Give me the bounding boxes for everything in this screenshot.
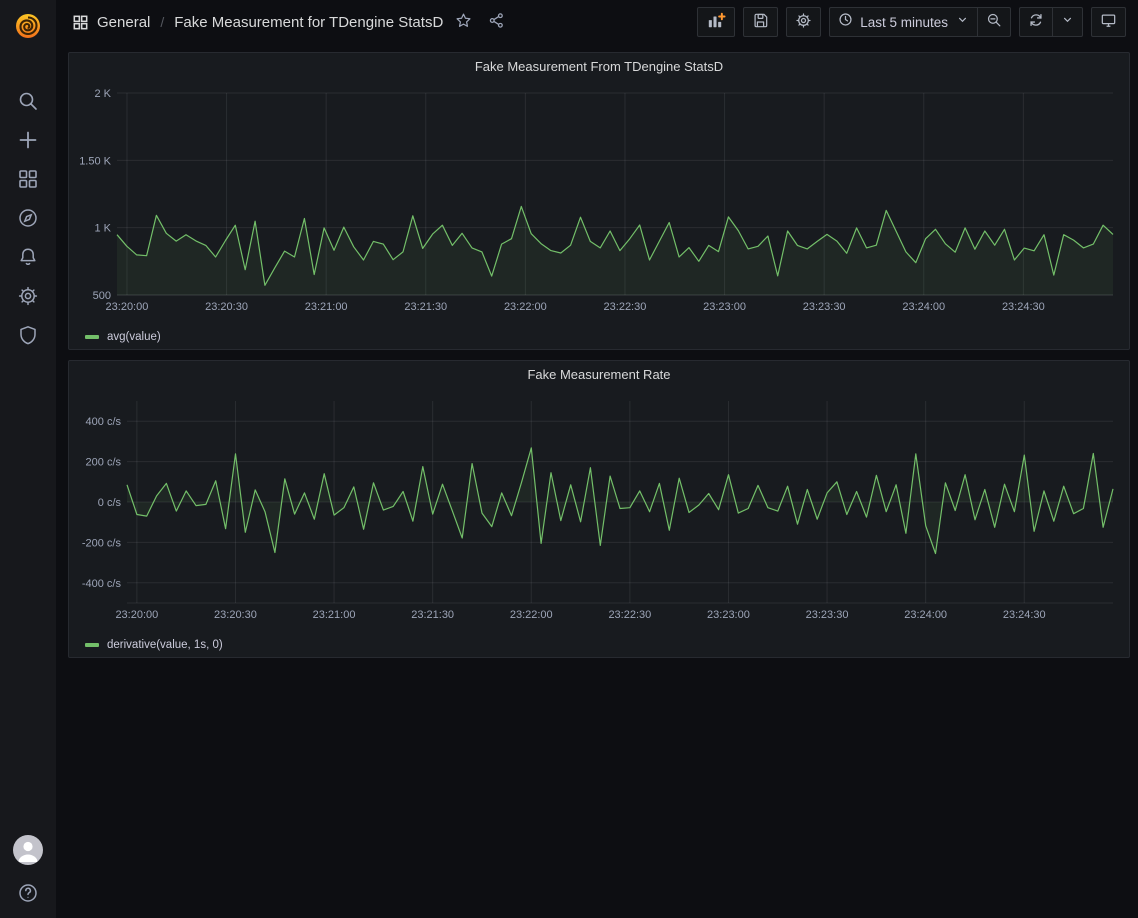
svg-text:23:24:00: 23:24:00: [902, 301, 945, 313]
sidebar-item-alerting[interactable]: [8, 246, 48, 268]
svg-text:200 c/s: 200 c/s: [86, 457, 122, 469]
svg-text:23:23:00: 23:23:00: [703, 301, 746, 313]
bell-icon: [17, 246, 39, 268]
svg-text:23:21:00: 23:21:00: [305, 301, 348, 313]
sidebar-menu: [8, 90, 48, 346]
refresh-icon: [1028, 12, 1044, 33]
shield-icon: [17, 324, 39, 346]
search-minus-icon: [986, 12, 1002, 33]
svg-text:23:20:00: 23:20:00: [115, 609, 158, 621]
chevron-down-icon: [956, 13, 969, 31]
dashboard-toolbar: Last 5 minutes: [697, 7, 1126, 37]
gear-icon: [795, 12, 812, 32]
sidebar-item-server-admin[interactable]: [8, 324, 48, 346]
svg-text:23:24:00: 23:24:00: [904, 609, 947, 621]
svg-text:2 K: 2 K: [94, 88, 111, 100]
time-picker-group: Last 5 minutes: [829, 7, 1011, 37]
main-area: General / Fake Measurement for TDengine …: [56, 0, 1138, 918]
gear-icon: [17, 285, 39, 307]
panel-title: Fake Measurement From TDengine StatsD: [475, 59, 723, 74]
series-color-swatch: [85, 335, 99, 339]
breadcrumb-separator: /: [158, 14, 166, 30]
monitor-icon: [1100, 12, 1117, 32]
kiosk-mode-button[interactable]: [1091, 7, 1126, 37]
compass-icon: [17, 207, 39, 229]
clock-icon: [838, 12, 853, 32]
sidebar-item-create[interactable]: [8, 129, 48, 151]
sidebar-item-search[interactable]: [8, 90, 48, 112]
svg-text:0 c/s: 0 c/s: [98, 497, 122, 509]
time-range-picker[interactable]: Last 5 minutes: [830, 8, 977, 36]
refresh-group: [1019, 7, 1083, 37]
svg-text:23:21:00: 23:21:00: [313, 609, 356, 621]
add-panel-icon: [706, 12, 726, 33]
breadcrumb-folder[interactable]: General: [97, 14, 150, 31]
panel-header[interactable]: Fake Measurement From TDengine StatsD: [69, 53, 1129, 79]
sidebar-item-help[interactable]: [8, 882, 48, 904]
svg-text:23:21:30: 23:21:30: [411, 609, 454, 621]
sidebar-item-explore[interactable]: [8, 207, 48, 229]
panel-fake-measurement: Fake Measurement From TDengine StatsD 23…: [68, 52, 1130, 350]
save-dashboard-button[interactable]: [743, 7, 778, 37]
sidebar: [0, 0, 56, 918]
svg-text:23:22:30: 23:22:30: [608, 609, 651, 621]
svg-text:23:24:30: 23:24:30: [1003, 609, 1046, 621]
legend-item[interactable]: derivative(value, 1s, 0): [69, 633, 1129, 657]
sidebar-item-dashboards[interactable]: [8, 168, 48, 190]
svg-text:500: 500: [93, 290, 111, 302]
plus-icon: [17, 129, 39, 151]
series-label: derivative(value, 1s, 0): [107, 639, 223, 651]
svg-text:23:22:30: 23:22:30: [604, 301, 647, 313]
legend-item[interactable]: avg(value): [69, 325, 1129, 349]
share-dashboard-button[interactable]: [484, 8, 509, 36]
timeseries-chart[interactable]: 23:20:00 23:20:30 23:21:00 23:21:30 23:22:00…: [69, 387, 1129, 633]
svg-text:23:20:00: 23:20:00: [106, 301, 149, 313]
star-icon: [455, 12, 472, 32]
user-avatar[interactable]: [13, 835, 43, 865]
svg-text:23:22:00: 23:22:00: [510, 609, 553, 621]
svg-text:-200 c/s: -200 c/s: [82, 537, 122, 549]
apps-grid-icon: [17, 168, 39, 190]
refresh-button[interactable]: [1020, 8, 1052, 36]
sidebar-item-configuration[interactable]: [8, 285, 48, 307]
timeseries-chart[interactable]: 23:20:00 23:20:30 23:21:00 23:21:30 23:22:00…: [69, 79, 1129, 325]
top-navbar: General / Fake Measurement for TDengine …: [56, 0, 1138, 44]
svg-text:23:20:30: 23:20:30: [205, 301, 248, 313]
dashboard-title[interactable]: Fake Measurement for TDengine StatsD: [174, 14, 443, 31]
series-label: avg(value): [107, 331, 161, 343]
add-panel-button[interactable]: [697, 7, 735, 37]
svg-text:-400 c/s: -400 c/s: [82, 578, 122, 590]
svg-text:1 K: 1 K: [94, 223, 111, 235]
svg-text:23:22:00: 23:22:00: [504, 301, 547, 313]
dashboard-canvas: Fake Measurement From TDengine StatsD 23…: [56, 44, 1138, 918]
svg-text:23:23:00: 23:23:00: [707, 609, 750, 621]
svg-text:23:23:30: 23:23:30: [803, 301, 846, 313]
refresh-interval-dropdown[interactable]: [1052, 8, 1082, 36]
star-dashboard-button[interactable]: [451, 8, 476, 36]
svg-text:23:21:30: 23:21:30: [404, 301, 447, 313]
save-icon: [752, 12, 769, 32]
dashboards-grid-icon: [72, 14, 89, 31]
dashboard-settings-button[interactable]: [786, 7, 821, 37]
share-icon: [488, 12, 505, 32]
svg-text:23:20:30: 23:20:30: [214, 609, 257, 621]
svg-text:1.50 K: 1.50 K: [79, 155, 111, 167]
svg-text:23:23:30: 23:23:30: [806, 609, 849, 621]
panel-header[interactable]: Fake Measurement Rate: [69, 361, 1129, 387]
help-circle-icon: [17, 882, 39, 904]
chevron-down-icon: [1061, 13, 1074, 31]
panel-title: Fake Measurement Rate: [527, 367, 670, 382]
time-range-label: Last 5 minutes: [860, 15, 948, 30]
grafana-logo[interactable]: [8, 6, 48, 46]
search-icon: [17, 90, 39, 112]
sidebar-bottom: [8, 835, 48, 904]
svg-text:23:24:30: 23:24:30: [1002, 301, 1045, 313]
svg-text:400 c/s: 400 c/s: [86, 416, 122, 428]
panel-fake-measurement-rate: Fake Measurement Rate 23:20:0023:20:3023…: [68, 360, 1130, 658]
series-color-swatch: [85, 643, 99, 647]
time-zoom-out-button[interactable]: [977, 8, 1010, 36]
